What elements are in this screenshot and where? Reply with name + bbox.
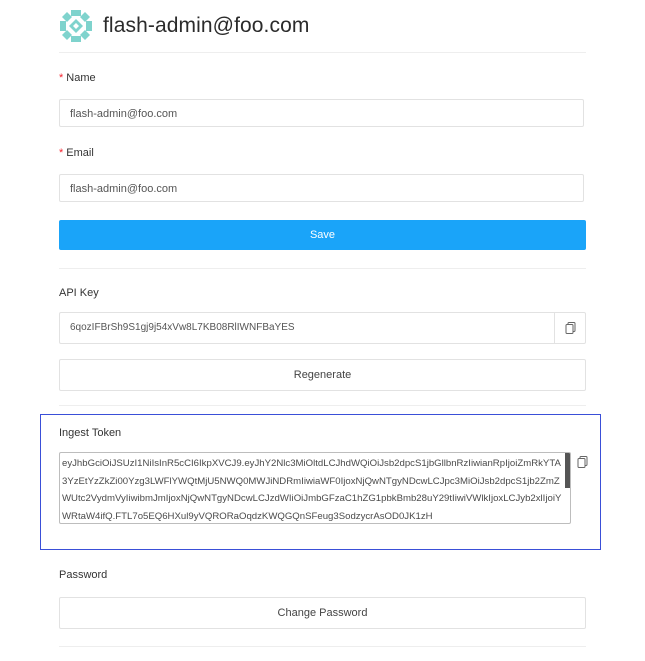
regenerate-button[interactable]: Regenerate bbox=[59, 359, 586, 391]
email-input[interactable]: flash-admin@foo.com bbox=[59, 174, 584, 202]
api-key-copy-button[interactable] bbox=[554, 312, 586, 344]
divider bbox=[59, 268, 586, 269]
divider bbox=[59, 646, 586, 647]
api-key-field: 6qozIFBrSh9S1gj9j54xVw8L7KB08RlIWNFBaYES bbox=[59, 312, 586, 344]
divider bbox=[59, 52, 586, 53]
ingest-token-value: eyJhbGciOiJSUzI1NiIsInR5cCI6IkpXVCJ9.eyJ… bbox=[62, 458, 562, 522]
copy-icon bbox=[565, 322, 575, 334]
required-marker: * bbox=[59, 72, 64, 84]
copy-icon bbox=[577, 456, 588, 468]
avatar-identicon-icon bbox=[59, 9, 93, 43]
required-marker: * bbox=[59, 147, 64, 159]
profile-title: flash-admin@foo.com bbox=[103, 14, 310, 37]
save-button[interactable]: Save bbox=[59, 220, 586, 250]
api-key-input[interactable]: 6qozIFBrSh9S1gj9j54xVw8L7KB08RlIWNFBaYES bbox=[59, 312, 554, 344]
ingest-token-copy-button[interactable] bbox=[577, 455, 588, 473]
name-label: * Name bbox=[59, 72, 96, 84]
ingest-token-section: Ingest Token eyJhbGciOiJSUzI1NiIsInR5cCI… bbox=[40, 414, 601, 550]
api-key-label: API Key bbox=[59, 287, 99, 299]
textarea-scrollbar[interactable] bbox=[565, 453, 570, 488]
password-label: Password bbox=[59, 569, 108, 581]
name-input[interactable]: flash-admin@foo.com bbox=[59, 99, 584, 127]
profile-header: flash-admin@foo.com bbox=[59, 9, 309, 43]
ingest-token-label: Ingest Token bbox=[59, 427, 122, 439]
divider bbox=[59, 405, 586, 406]
ingest-token-textarea[interactable]: eyJhbGciOiJSUzI1NiIsInR5cCI6IkpXVCJ9.eyJ… bbox=[59, 452, 571, 524]
email-label: * Email bbox=[59, 147, 94, 159]
change-password-button[interactable]: Change Password bbox=[59, 597, 586, 629]
